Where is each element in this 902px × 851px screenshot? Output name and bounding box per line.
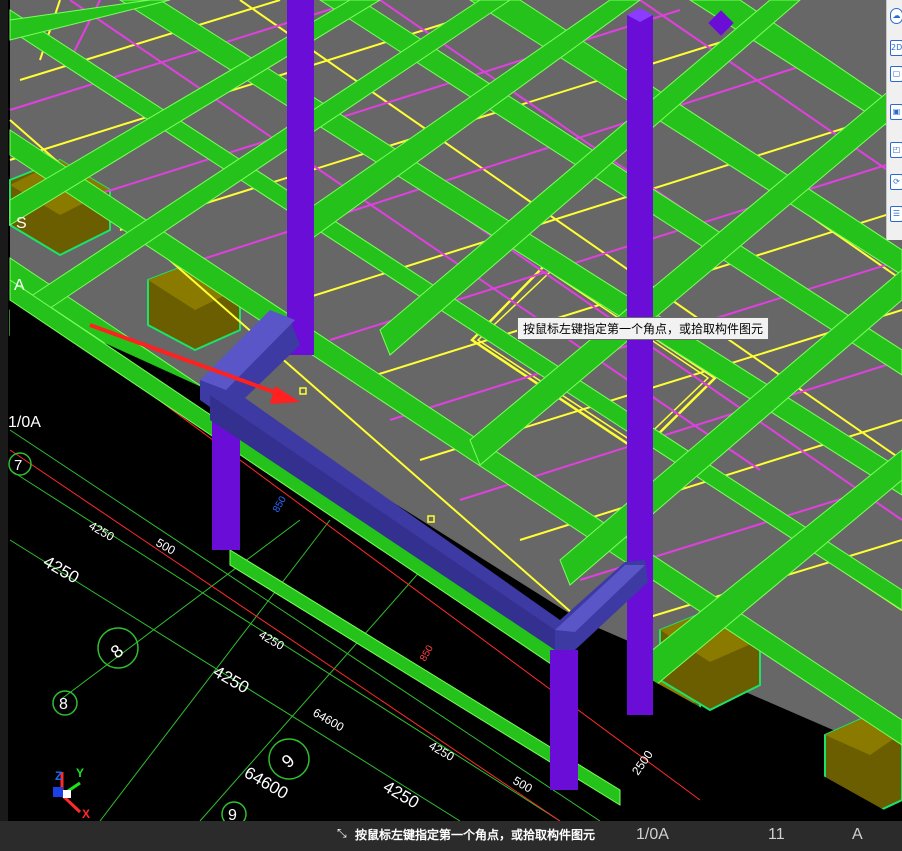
axis-label-a: A — [14, 277, 25, 294]
model-scene[interactable]: S A 1/0A 7 8 8 9 9 4250 500 4250 4250 42… — [0, 0, 902, 851]
axis-label-8: 8 — [59, 696, 68, 713]
cursor-tooltip: 按鼠标左键指定第一个角点，或拾取构件图元 — [517, 317, 770, 340]
axis-label-7: 7 — [14, 457, 22, 474]
box-front-icon[interactable]: ▣ — [890, 104, 902, 120]
status-axis-1-0a: 1/0A — [636, 826, 669, 843]
compass-y: Y — [76, 766, 84, 780]
view-toolbar: ☁ 2D ▢ ▣ ◰ ⟳ ☰ — [886, 0, 902, 240]
crosshair-icon: ⤡ — [337, 826, 347, 840]
left-edge-panel — [0, 0, 8, 851]
orbit-icon[interactable]: ⟳ — [890, 174, 902, 190]
box-icon[interactable]: ▢ — [890, 66, 902, 82]
box-corner-icon[interactable]: ◰ — [890, 142, 902, 158]
compass-x: X — [82, 807, 90, 821]
2d-icon[interactable]: 2D — [890, 40, 902, 56]
status-axis-11: 11 — [768, 826, 785, 843]
command-prompt: 按鼠标左键指定第一个角点，或拾取构件图元 — [355, 828, 596, 842]
axis-label-s: S — [16, 215, 27, 232]
status-axis-a: A — [852, 826, 863, 843]
list-icon[interactable]: ☰ — [890, 206, 902, 222]
3d-viewport[interactable]: S A 1/0A 7 8 8 9 9 4250 500 4250 4250 42… — [0, 0, 902, 851]
cloud-icon[interactable]: ☁ — [890, 8, 902, 24]
compass-z: Z — [55, 769, 62, 783]
axis-label-1-0a: 1/0A — [8, 414, 41, 431]
